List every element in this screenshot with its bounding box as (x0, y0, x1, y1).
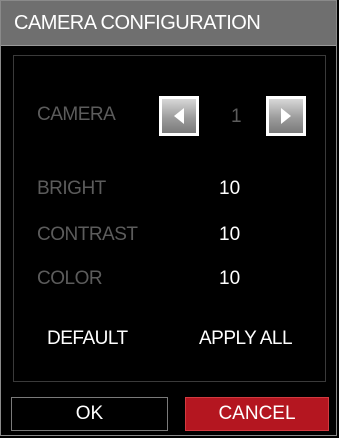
camera-prev-button[interactable] (159, 96, 199, 136)
camera-label: CAMERA (37, 104, 116, 125)
dialog-title: CAMERA CONFIGURATION (14, 12, 261, 34)
default-button[interactable]: DEFAULT (47, 328, 128, 350)
contrast-label: CONTRAST (37, 224, 138, 245)
camera-next-button[interactable] (266, 96, 306, 136)
bright-value[interactable]: 10 (219, 178, 240, 200)
camera-number: 1 (231, 106, 242, 127)
left-arrow-icon (162, 99, 196, 133)
title-bar: CAMERA CONFIGURATION (1, 1, 336, 46)
color-label: COLOR (37, 268, 103, 289)
cancel-button-label: CANCEL (218, 403, 296, 424)
bright-label: BRIGHT (37, 178, 106, 199)
color-value[interactable]: 10 (219, 268, 240, 290)
ok-button[interactable]: OK (11, 397, 168, 431)
cancel-button[interactable]: CANCEL (185, 397, 329, 431)
contrast-value[interactable]: 10 (219, 224, 240, 246)
camera-configuration-dialog: CAMERA CONFIGURATION CAMERA 1 BRIGHT 10 … (0, 0, 337, 436)
apply-all-button[interactable]: APPLY ALL (199, 328, 293, 350)
right-arrow-icon (269, 99, 303, 133)
ok-button-label: OK (75, 403, 104, 424)
